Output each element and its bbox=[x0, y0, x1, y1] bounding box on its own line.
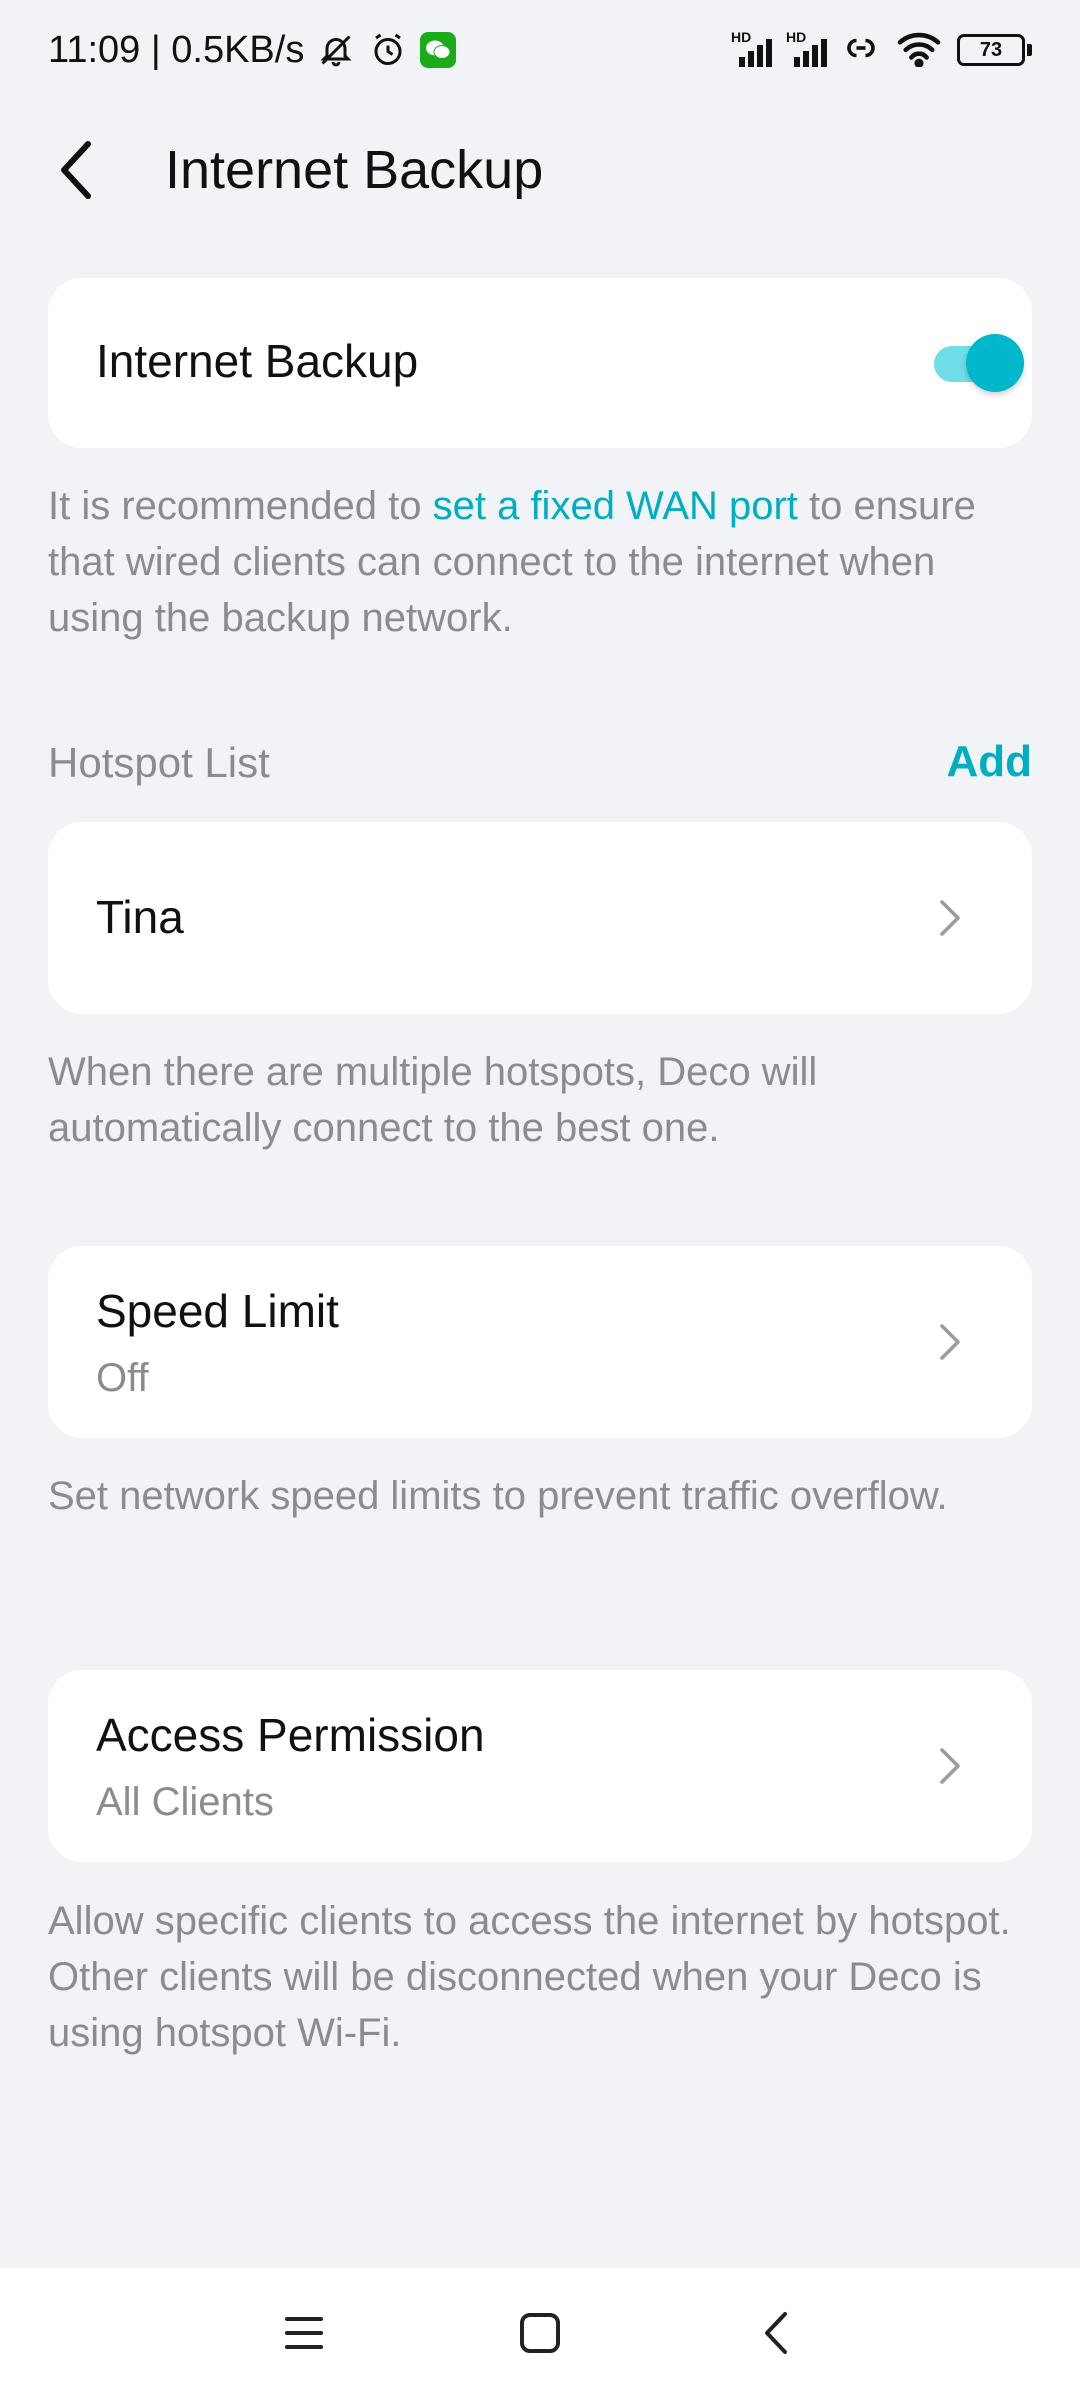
speed-limit-help-text: Set network speed limits to prevent traf… bbox=[48, 1474, 948, 1518]
hotspot-item[interactable]: Tina bbox=[48, 822, 1032, 1014]
status-time-speed: 11:09 | 0.5KB/s bbox=[48, 28, 305, 71]
hotspot-help-text: When there are multiple hotspots, Deco w… bbox=[48, 1050, 818, 1150]
wechat-icon bbox=[420, 32, 457, 68]
menu-icon bbox=[285, 2317, 323, 2349]
mute-bell-icon bbox=[316, 30, 356, 70]
backup-help-text: It is recommended to set a fixed WAN por… bbox=[48, 478, 1032, 646]
hotspot-list-header: Hotspot List Add bbox=[48, 735, 1032, 795]
signal-icon: HD bbox=[786, 29, 827, 67]
add-hotspot-button[interactable]: Add bbox=[946, 737, 1032, 787]
header: Internet Backup bbox=[0, 120, 1080, 220]
hd-label: HD bbox=[786, 29, 807, 45]
speed-limit-value: Off bbox=[96, 1356, 149, 1400]
chevron-right-icon bbox=[930, 1312, 970, 1372]
home-button[interactable] bbox=[500, 2298, 580, 2368]
internet-backup-toggle[interactable] bbox=[934, 334, 1024, 392]
battery-icon: 73 bbox=[957, 34, 1032, 66]
chevron-left-icon bbox=[61, 141, 91, 199]
navigation-bar bbox=[0, 2268, 1080, 2399]
fixed-wan-port-link[interactable]: set a fixed WAN port bbox=[433, 484, 798, 528]
back-button[interactable] bbox=[48, 141, 104, 199]
alarm-icon bbox=[368, 30, 408, 70]
speed-limit-row[interactable]: Speed Limit Off bbox=[48, 1246, 1032, 1438]
access-permission-label: Access Permission bbox=[96, 1709, 485, 1761]
status-right: HD HD 73 bbox=[731, 29, 1032, 72]
hotspot-link-icon bbox=[841, 30, 881, 71]
hd-label: HD bbox=[731, 29, 752, 45]
access-permission-help-text: Allow specific clients to access the int… bbox=[48, 1899, 1011, 2055]
toggle-knob bbox=[966, 334, 1024, 392]
speed-limit-label: Speed Limit bbox=[96, 1285, 339, 1337]
chevron-left-icon bbox=[765, 2312, 787, 2354]
signal-icon: HD bbox=[731, 29, 772, 67]
backup-help-prefix: It is recommended to bbox=[48, 484, 433, 528]
hotspot-item-label: Tina bbox=[96, 891, 184, 943]
home-square-icon bbox=[520, 2313, 560, 2353]
page: 11:09 | 0.5KB/s HD HD 73 Internet Backup… bbox=[0, 0, 1080, 2399]
status-bar: 11:09 | 0.5KB/s HD HD 73 bbox=[0, 0, 1080, 100]
status-left: 11:09 | 0.5KB/s bbox=[48, 28, 457, 72]
chevron-right-icon bbox=[930, 888, 970, 948]
battery-level: 73 bbox=[957, 34, 1025, 66]
internet-backup-label: Internet Backup bbox=[96, 335, 419, 387]
wifi-icon bbox=[895, 29, 943, 72]
page-title: Internet Backup bbox=[165, 140, 544, 200]
hotspot-list-title: Hotspot List bbox=[48, 739, 270, 786]
access-permission-value: All Clients bbox=[96, 1780, 274, 1824]
chevron-right-icon bbox=[930, 1736, 970, 1796]
menu-button[interactable] bbox=[264, 2298, 344, 2368]
access-permission-row[interactable]: Access Permission All Clients bbox=[48, 1670, 1032, 1862]
system-back-button[interactable] bbox=[736, 2298, 816, 2368]
internet-backup-card: Internet Backup bbox=[48, 278, 1032, 448]
